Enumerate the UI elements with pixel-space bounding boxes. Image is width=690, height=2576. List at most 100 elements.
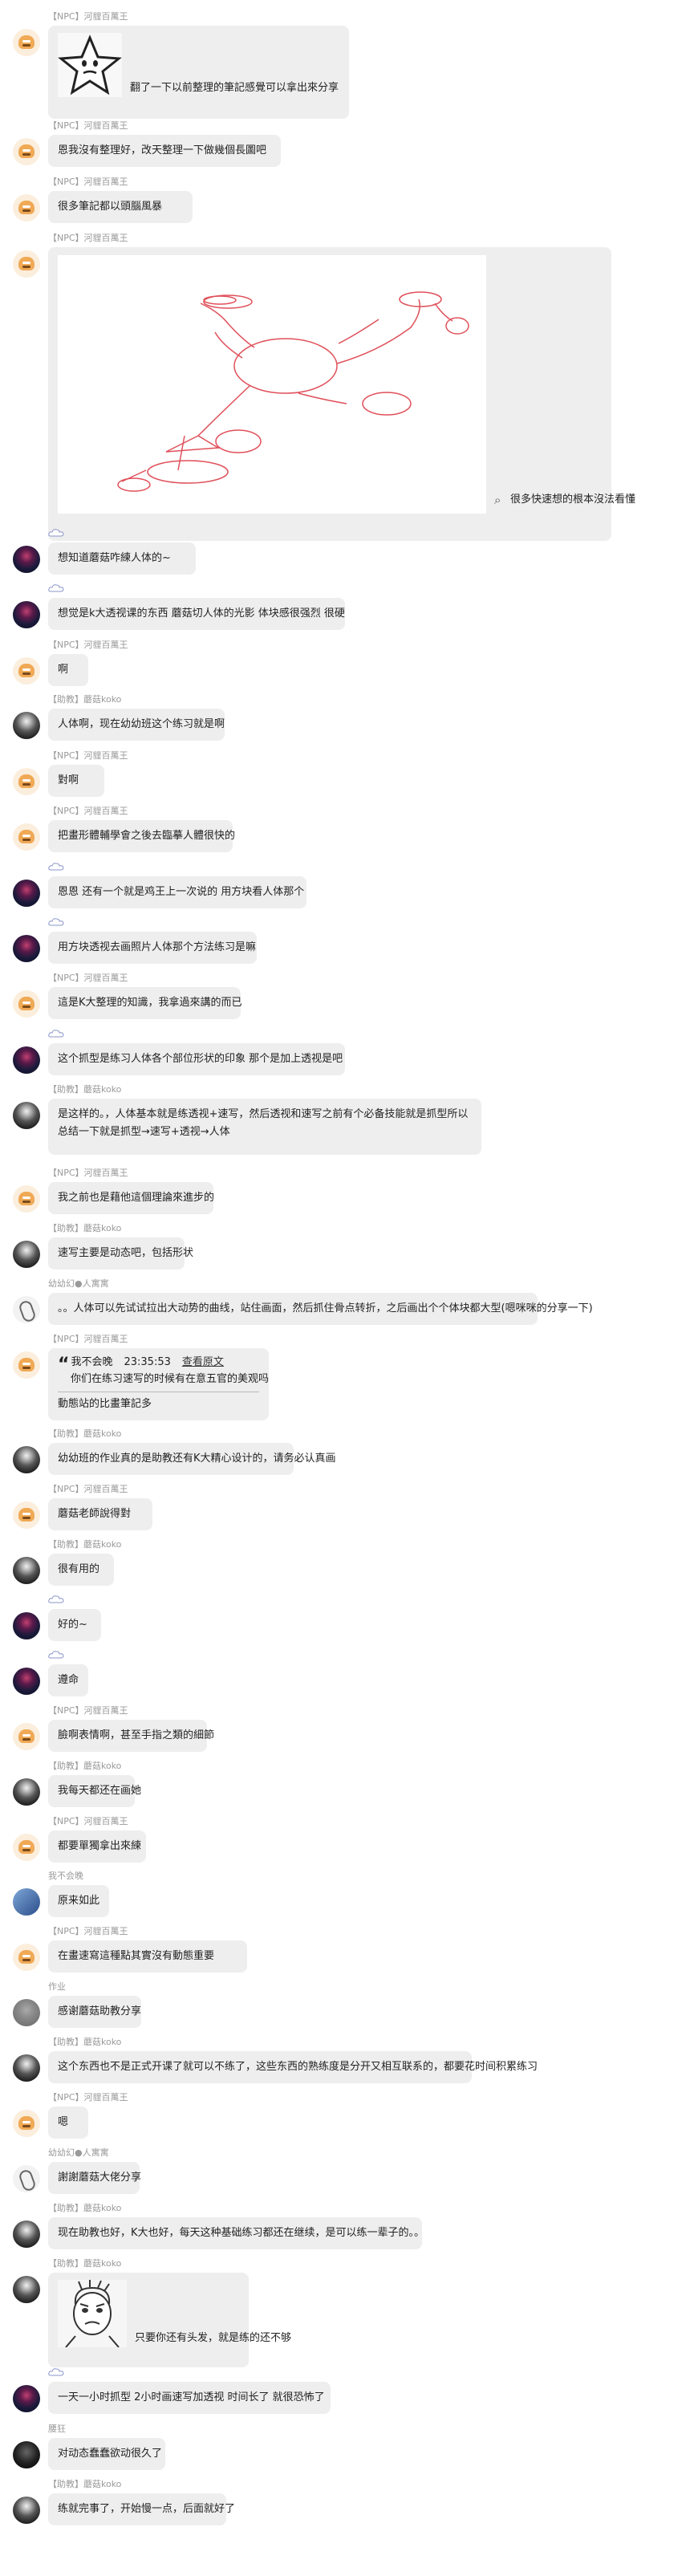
message-text: 動態站的比畫筆記多 bbox=[58, 1398, 152, 1410]
user-avatar[interactable] bbox=[13, 2385, 40, 2412]
user-avatar[interactable] bbox=[13, 712, 40, 739]
sender-name[interactable]: 【助教】蘑菇koko bbox=[48, 1761, 121, 1772]
user-avatar[interactable] bbox=[13, 2165, 40, 2192]
cloud-badge-icon bbox=[48, 1651, 64, 1659]
user-avatar[interactable] bbox=[13, 601, 40, 628]
sender-name[interactable]: 【NPC】河貍百萬王 bbox=[48, 1334, 128, 1345]
sender-name[interactable]: 【NPC】河貍百萬王 bbox=[48, 1168, 128, 1179]
user-avatar[interactable] bbox=[13, 2110, 40, 2137]
message-bubble: 幼幼班的作业真的是助教还有K大精心设计的，请务必认真画 bbox=[48, 1443, 336, 1475]
sketch-image[interactable] bbox=[58, 255, 486, 514]
sender-name[interactable]: 【NPC】河貍百萬王 bbox=[48, 806, 128, 817]
sender-name-text: 腰狂 bbox=[48, 2424, 66, 2434]
sender-name-text: 【助教】蘑菇koko bbox=[48, 2203, 122, 2213]
sender-name[interactable]: 幼幼幻●人寓寓 bbox=[48, 2147, 109, 2159]
message-text: 是这样的。，人体基本就是练透视+速写，然后透视和速写之前有个必备技能就是抓型所以… bbox=[58, 1108, 469, 1138]
sender-name[interactable]: 【NPC】河貍百萬王 bbox=[48, 1705, 128, 1717]
sender-name[interactable]: 【NPC】河貍百萬王 bbox=[48, 973, 128, 984]
sender-name[interactable]: 【NPC】河貍百萬王 bbox=[48, 750, 128, 762]
user-avatar[interactable] bbox=[13, 194, 40, 221]
user-avatar[interactable] bbox=[13, 1557, 40, 1584]
user-avatar[interactable] bbox=[13, 546, 40, 573]
sender-name[interactable]: 【NPC】河貍百萬王 bbox=[48, 1484, 128, 1495]
sender-name[interactable] bbox=[48, 528, 64, 539]
star-sticker-image[interactable] bbox=[58, 33, 122, 97]
user-avatar[interactable] bbox=[13, 768, 40, 795]
user-avatar[interactable] bbox=[13, 1834, 40, 1861]
user-avatar[interactable] bbox=[13, 1296, 40, 1323]
sender-name[interactable] bbox=[48, 1650, 64, 1661]
message-text: 这个东西也不是正式开课了就可以不练了，这些东西的熟练度是分开又相互联系的，都要花… bbox=[58, 2061, 538, 2073]
user-avatar[interactable] bbox=[13, 1999, 40, 2026]
cloud-badge-icon bbox=[48, 529, 64, 537]
sender-name[interactable]: 【NPC】河貍百萬王 bbox=[48, 120, 128, 132]
message-bubble: 謝謝蘑菇大佬分享 bbox=[48, 2162, 141, 2194]
user-avatar[interactable] bbox=[13, 1046, 40, 1074]
message-bubble: 這是K大整理的知識，我拿過來講的而已 bbox=[48, 987, 242, 1019]
sender-name[interactable]: 【助教】蘑菇koko bbox=[48, 2479, 121, 2490]
message-bubble: 啊 bbox=[48, 654, 88, 686]
cloud-badge-icon bbox=[48, 2368, 64, 2376]
sender-name[interactable]: 【助教】蘑菇koko bbox=[48, 2203, 121, 2214]
user-avatar[interactable] bbox=[13, 1888, 40, 1916]
sender-name[interactable]: 【NPC】河貍百萬王 bbox=[48, 1816, 128, 1827]
sender-name[interactable]: 【NPC】河貍百萬王 bbox=[48, 640, 128, 651]
sender-name-text: 【助教】蘑菇koko bbox=[48, 1761, 122, 1771]
user-avatar[interactable] bbox=[13, 1241, 40, 1268]
user-avatar[interactable] bbox=[13, 1778, 40, 1806]
sender-name[interactable]: 幼幼幻●人寓寓 bbox=[48, 1278, 109, 1290]
user-avatar[interactable] bbox=[13, 823, 40, 851]
user-avatar[interactable] bbox=[13, 1102, 40, 1129]
user-avatar[interactable] bbox=[13, 1351, 40, 1379]
sender-name[interactable]: 【助教】蘑菇koko bbox=[48, 1084, 121, 1095]
user-avatar[interactable] bbox=[13, 2054, 40, 2082]
worried-face-sticker[interactable] bbox=[58, 2280, 127, 2348]
user-avatar[interactable] bbox=[13, 1185, 40, 1213]
user-avatar[interactable] bbox=[13, 1668, 40, 1695]
sender-name[interactable] bbox=[48, 1595, 64, 1606]
quote-time: 23:35:53 bbox=[124, 1356, 171, 1368]
sender-name[interactable]: 腰狂 bbox=[48, 2424, 66, 2435]
zoom-magnifier-icon[interactable]: ⌕ bbox=[494, 491, 501, 509]
sender-name[interactable]: 【NPC】河貍百萬王 bbox=[48, 11, 128, 22]
sender-name[interactable] bbox=[48, 583, 64, 595]
user-avatar[interactable] bbox=[13, 250, 40, 278]
user-avatar[interactable] bbox=[13, 2220, 40, 2248]
sender-name[interactable] bbox=[48, 862, 64, 873]
user-avatar[interactable] bbox=[13, 990, 40, 1018]
sender-name[interactable]: 【助教】蘑菇koko bbox=[48, 1223, 121, 1234]
user-avatar[interactable] bbox=[13, 29, 40, 56]
sender-name[interactable]: 【助教】蘑菇koko bbox=[48, 2037, 121, 2048]
user-avatar[interactable] bbox=[13, 1944, 40, 1971]
sender-name[interactable]: 【NPC】河貍百萬王 bbox=[48, 2092, 128, 2103]
sender-name-text: 【NPC】河貍百萬王 bbox=[48, 806, 128, 816]
sender-name[interactable] bbox=[48, 2367, 64, 2379]
sender-name[interactable] bbox=[48, 917, 64, 928]
sender-name[interactable]: 【助教】蘑菇koko bbox=[48, 694, 121, 705]
sender-name[interactable]: 作业 bbox=[48, 1981, 66, 1993]
sender-name[interactable] bbox=[48, 1029, 64, 1040]
message-text: 恩恩 还有一个就是鸡王上一次说的 用方块看人体那个 bbox=[58, 886, 305, 898]
message-text: 对动态蠢蠢欲动很久了 bbox=[58, 2448, 163, 2460]
sender-name-text: 【NPC】河貍百萬王 bbox=[48, 11, 128, 22]
user-avatar[interactable] bbox=[13, 935, 40, 962]
user-avatar[interactable] bbox=[13, 1723, 40, 1750]
sender-name[interactable]: 【助教】蘑菇koko bbox=[48, 1539, 121, 1550]
sender-name[interactable]: 【助教】蘑菇koko bbox=[48, 2258, 121, 2269]
sender-name[interactable]: 【NPC】河貍百萬王 bbox=[48, 1926, 128, 1937]
user-avatar[interactable] bbox=[13, 1446, 40, 1473]
user-avatar[interactable] bbox=[13, 880, 40, 907]
user-avatar[interactable] bbox=[13, 2497, 40, 2524]
sender-name[interactable]: 我不会晚 bbox=[48, 1871, 83, 1882]
user-avatar[interactable] bbox=[13, 1612, 40, 1639]
message-bubble: 对动态蠢蠢欲动很久了 bbox=[48, 2438, 165, 2470]
user-avatar[interactable] bbox=[13, 138, 40, 165]
sender-name[interactable]: 【NPC】河貍百萬王 bbox=[48, 233, 128, 244]
user-avatar[interactable] bbox=[13, 1501, 40, 1529]
view-original-link[interactable]: 查看原文 bbox=[182, 1356, 224, 1368]
user-avatar[interactable] bbox=[13, 2276, 40, 2303]
sender-name[interactable]: 【助教】蘑菇koko bbox=[48, 1428, 121, 1440]
user-avatar[interactable] bbox=[13, 657, 40, 685]
sender-name[interactable]: 【NPC】河貍百萬王 bbox=[48, 177, 128, 188]
user-avatar[interactable] bbox=[13, 2441, 40, 2468]
